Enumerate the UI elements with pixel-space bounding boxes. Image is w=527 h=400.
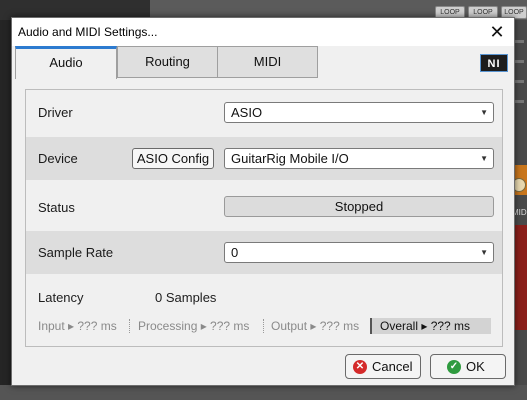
tab-bar: Audio Routing MIDI NI: [12, 46, 514, 79]
background-bottom-bar: [0, 385, 527, 400]
device-value: GuitarRig Mobile I/O: [231, 151, 349, 166]
chevron-down-icon: ▼: [480, 248, 488, 257]
driver-row: Driver ASIO ▼: [26, 91, 502, 134]
status-label: Status: [38, 200, 75, 215]
sample-rate-label: Sample Rate: [38, 245, 114, 260]
input-latency: Input ▸ ??? ms: [38, 319, 117, 333]
native-instruments-logo: NI: [480, 54, 508, 72]
audio-settings-panel: Driver ASIO ▼ Device ASIO Config GuitarR…: [25, 89, 503, 347]
status-row: Status Stopped: [26, 186, 502, 229]
ok-button-label: OK: [466, 359, 485, 374]
sample-rate-select[interactable]: 0 ▼: [224, 242, 494, 263]
io-divider: [263, 319, 264, 333]
cancel-button-label: Cancel: [372, 359, 413, 374]
dialog-titlebar[interactable]: Audio and MIDI Settings... ✕: [12, 18, 514, 46]
device-label: Device: [38, 151, 78, 166]
driver-label: Driver: [38, 105, 73, 120]
driver-select[interactable]: ASIO ▼: [224, 102, 494, 123]
dialog-title: Audio and MIDI Settings...: [18, 25, 158, 39]
cancel-button[interactable]: ✕ Cancel: [345, 354, 421, 379]
device-row: Device ASIO Config GuitarRig Mobile I/O …: [26, 137, 502, 180]
processing-latency: Processing ▸ ??? ms: [138, 319, 250, 333]
status-value: Stopped: [224, 196, 494, 217]
close-button[interactable]: ✕: [486, 21, 508, 43]
tab-routing[interactable]: Routing: [117, 46, 218, 78]
chevron-down-icon: ▼: [480, 154, 488, 163]
latency-label: Latency: [38, 290, 84, 305]
output-latency: Output ▸ ??? ms: [271, 319, 360, 333]
driver-value: ASIO: [231, 105, 263, 120]
io-latency-row: Input ▸ ??? ms Processing ▸ ??? ms Outpu…: [38, 318, 495, 334]
chevron-down-icon: ▼: [480, 108, 488, 117]
cancel-icon: ✕: [353, 360, 367, 374]
tab-midi[interactable]: MIDI: [217, 46, 318, 78]
tab-audio[interactable]: Audio: [15, 46, 117, 79]
sample-rate-value: 0: [231, 245, 239, 260]
sample-rate-row: Sample Rate 0 ▼: [26, 231, 502, 274]
ok-button[interactable]: ✓ OK: [430, 354, 506, 379]
latency-value: 0 Samples: [155, 290, 217, 305]
io-divider: [129, 319, 130, 333]
asio-config-button[interactable]: ASIO Config: [132, 148, 214, 169]
audio-midi-settings-dialog: Audio and MIDI Settings... ✕ Audio Routi…: [11, 17, 515, 386]
check-icon: ✓: [447, 360, 461, 374]
overall-latency: Overall ▸ ??? ms: [370, 318, 491, 334]
device-select[interactable]: GuitarRig Mobile I/O ▼: [224, 148, 494, 169]
